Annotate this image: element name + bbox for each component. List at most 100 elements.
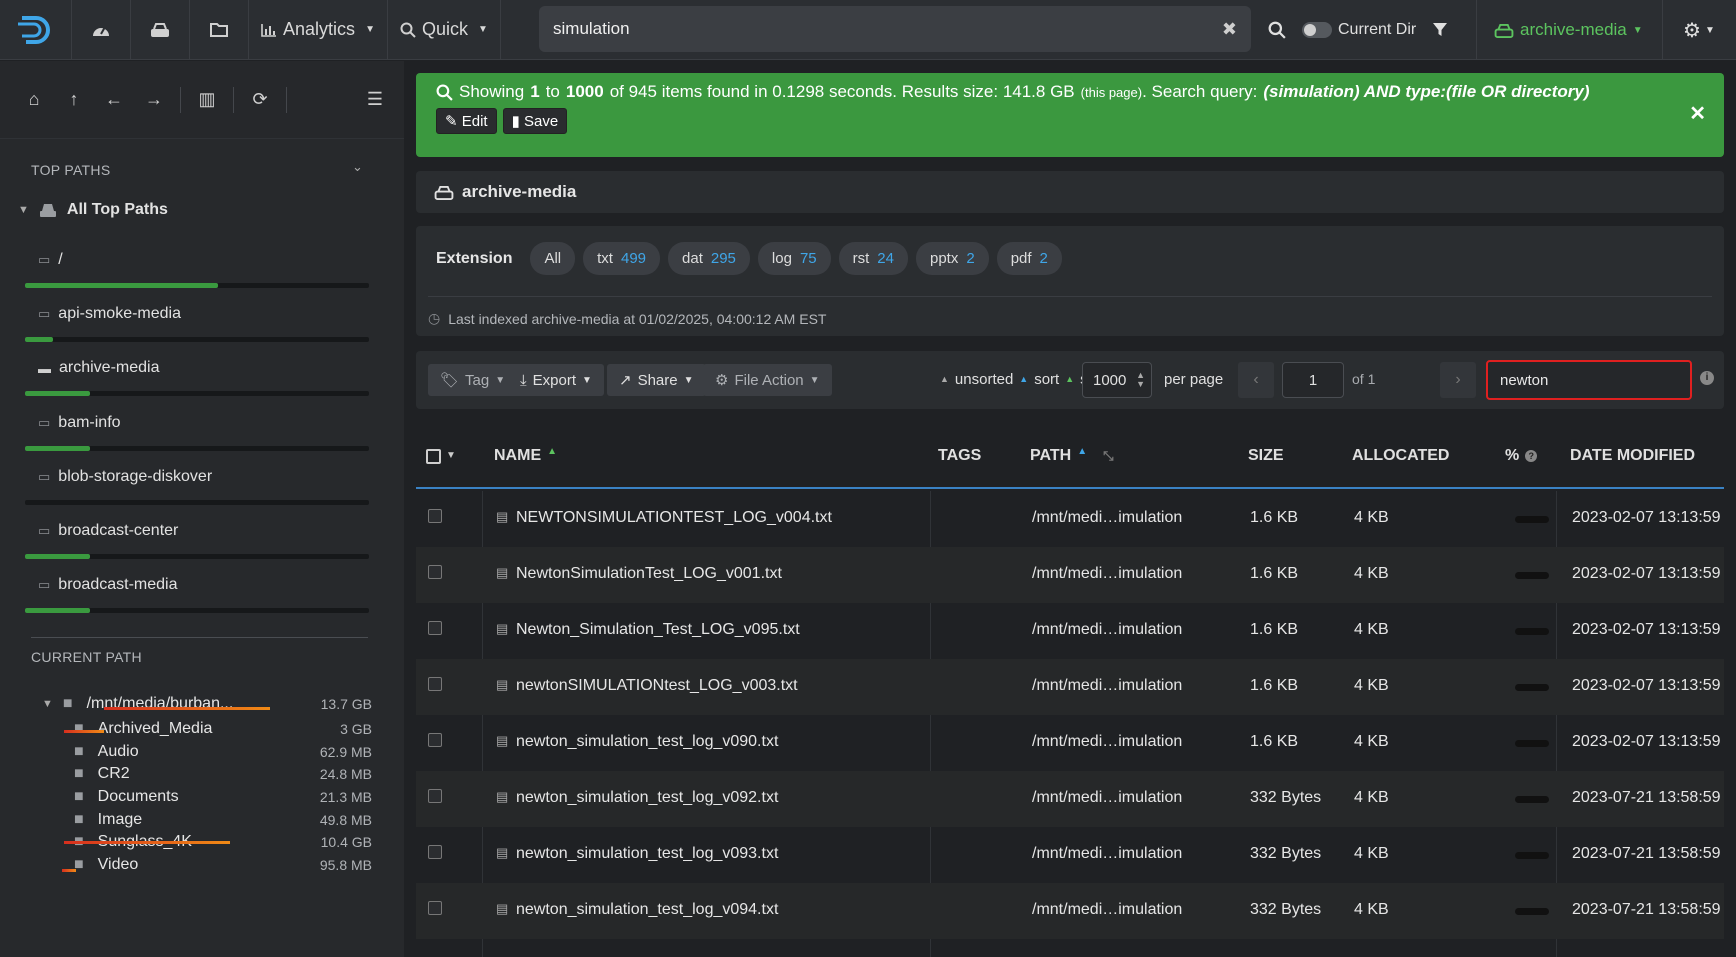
- table-row[interactable]: ▤ Newton_Simulation_Test_LOG_v095.txt /m…: [416, 603, 1724, 659]
- row-checkbox[interactable]: [428, 733, 442, 747]
- quick-menu[interactable]: Quick ▼: [388, 0, 501, 60]
- chevron-down-icon[interactable]: ⌄: [352, 159, 363, 175]
- table-row[interactable]: ▤ NEWTONSIMULATIONTEST_LOG_v004.txt /mnt…: [416, 491, 1724, 547]
- file-path[interactable]: /mnt/medi…imulation: [1032, 621, 1182, 639]
- extension-pill[interactable]: txt 499: [583, 242, 661, 275]
- column-header-percent[interactable]: %?: [1505, 447, 1538, 465]
- extension-pill[interactable]: pptx 2: [915, 242, 989, 275]
- extension-pill[interactable]: pdf 2: [996, 242, 1062, 275]
- all-top-paths[interactable]: ▼ All Top Paths: [18, 201, 168, 219]
- file-path[interactable]: /mnt/medi…imulation: [1032, 509, 1182, 527]
- export-button[interactable]: ⤓ Export ▼: [508, 364, 604, 396]
- refresh-icon[interactable]: ⟳: [240, 89, 280, 110]
- top-path-item[interactable]: ▭ broadcast-center: [25, 522, 369, 559]
- table-row[interactable]: ▤ newton_simulation_test_log_v090.txt /m…: [416, 715, 1724, 771]
- top-path-item[interactable]: ▭ bam-info: [25, 414, 369, 451]
- spinner-icon[interactable]: ▲ ▼: [1136, 371, 1145, 389]
- folder-item[interactable]: ■ Video 95.8 MB: [74, 856, 372, 874]
- file-path[interactable]: /mnt/medi…imulation: [1032, 901, 1182, 919]
- filter-results-input[interactable]: [1486, 360, 1692, 400]
- row-checkbox[interactable]: [428, 565, 442, 579]
- file-name-link[interactable]: NEWTONSIMULATIONTEST_LOG_v004.txt: [516, 509, 832, 527]
- edit-query-button[interactable]: ✎ Edit: [436, 108, 497, 134]
- file-name-link[interactable]: newton_simulation_test_log_v092.txt: [516, 789, 778, 807]
- info-icon[interactable]: i: [1700, 371, 1714, 385]
- top-path-item[interactable]: ▭ api-smoke-media: [25, 305, 369, 342]
- sort-link[interactable]: sort: [1034, 371, 1059, 388]
- file-name-link[interactable]: newton_simulation_test_log_v090.txt: [516, 733, 778, 751]
- column-header-name[interactable]: NAME ▲: [494, 446, 557, 465]
- table-row[interactable]: ▤ NewtonSimulationTest_LOG_v001.txt /mnt…: [416, 547, 1724, 603]
- row-checkbox[interactable]: [428, 845, 442, 859]
- arrow-up-icon[interactable]: ↑: [54, 89, 94, 110]
- filter-button[interactable]: [1432, 0, 1448, 60]
- column-header-tags[interactable]: TAGS: [938, 447, 981, 465]
- arrow-right-icon[interactable]: →: [134, 89, 174, 110]
- extension-pill[interactable]: rst 24: [838, 242, 908, 275]
- row-checkbox[interactable]: [428, 789, 442, 803]
- settings-menu[interactable]: ⚙ ▼: [1683, 0, 1715, 60]
- search-submit-button[interactable]: [1268, 0, 1286, 60]
- file-name-link[interactable]: newton_simulation_test_log_v093.txt: [516, 845, 778, 863]
- file-path[interactable]: /mnt/medi…imulation: [1032, 677, 1182, 695]
- chevron-down-icon[interactable]: ▼: [446, 450, 456, 461]
- folder-item[interactable]: ■ Audio 62.9 MB: [74, 743, 372, 761]
- folder-item[interactable]: ■ Archived_Media 3 GB: [74, 720, 372, 738]
- extension-pill[interactable]: dat 295: [668, 242, 750, 275]
- row-checkbox[interactable]: [428, 621, 442, 635]
- folder-item[interactable]: ■ Documents 21.3 MB: [74, 788, 372, 806]
- menu-icon[interactable]: ☰: [355, 89, 395, 110]
- file-name-link[interactable]: newton_simulation_test_log_v094.txt: [516, 901, 778, 919]
- per-page-input[interactable]: 1000 ▲ ▼: [1082, 362, 1152, 398]
- toggle-switch[interactable]: [1302, 22, 1332, 38]
- column-header-size[interactable]: SIZE: [1248, 447, 1284, 465]
- question-icon[interactable]: ?: [1525, 450, 1538, 462]
- share-button[interactable]: ↗ Share ▼: [607, 364, 706, 396]
- file-path[interactable]: /mnt/medi…imulation: [1032, 565, 1182, 583]
- extension-pill-all[interactable]: All: [530, 242, 576, 275]
- diskover-logo[interactable]: [0, 0, 72, 60]
- tag-button[interactable]: 🏷 Tag ▼: [428, 364, 518, 396]
- top-path-item[interactable]: ▭ broadcast-media: [25, 576, 369, 613]
- compress-icon[interactable]: ⤡: [1103, 448, 1113, 464]
- folder-item[interactable]: ■ CR2 24.8 MB: [74, 765, 372, 783]
- extension-pill[interactable]: log 75: [757, 242, 831, 275]
- top-path-item[interactable]: ▬ archive-media: [25, 359, 369, 396]
- select-all-checkbox[interactable]: [426, 449, 441, 464]
- file-path[interactable]: /mnt/medi…imulation: [1032, 733, 1182, 751]
- clear-search-icon[interactable]: ✖: [1222, 19, 1237, 40]
- file-path[interactable]: /mnt/medi…imulation: [1032, 789, 1182, 807]
- search-input[interactable]: simulation ✖: [539, 6, 1251, 52]
- dashboard-button[interactable]: [72, 0, 131, 60]
- arrow-left-icon[interactable]: ←: [94, 89, 134, 110]
- column-header-date-modified[interactable]: DATE MODIFIED: [1570, 447, 1695, 465]
- current-dir-toggle[interactable]: Current Dir: [1302, 0, 1416, 60]
- top-path-item[interactable]: ▭ /: [25, 251, 369, 288]
- column-header-path[interactable]: PATH ▲ ⤡: [1030, 446, 1114, 465]
- file-name-link[interactable]: newtonSIMULATIONtest_LOG_v003.txt: [516, 677, 798, 695]
- home-icon[interactable]: ⌂: [14, 89, 54, 110]
- bar-chart-icon[interactable]: ▥: [187, 89, 227, 110]
- storage-button[interactable]: [131, 0, 190, 60]
- file-name-link[interactable]: NewtonSimulationTest_LOG_v001.txt: [516, 565, 782, 583]
- next-page-button[interactable]: ›: [1440, 362, 1476, 398]
- column-header-allocated[interactable]: ALLOCATED: [1352, 447, 1449, 465]
- file-action-button[interactable]: ⚙ File Action ▼: [703, 364, 832, 396]
- top-path-item[interactable]: ▭ blob-storage-diskover: [25, 468, 369, 505]
- table-row[interactable]: ▤ newton_simulation_test_log_v093.txt /m…: [416, 827, 1724, 883]
- table-row[interactable]: ▤ newton_simulation_test_log_v092.txt /m…: [416, 771, 1724, 827]
- index-selector[interactable]: archive-media ▼: [1494, 0, 1643, 60]
- row-checkbox[interactable]: [428, 677, 442, 691]
- unsorted-link[interactable]: unsorted: [955, 371, 1013, 388]
- table-row[interactable]: ▤ newton_simulation_test_log_v094.txt /m…: [416, 883, 1724, 939]
- prev-page-button[interactable]: ‹: [1238, 362, 1274, 398]
- page-number-input[interactable]: 1: [1282, 362, 1344, 398]
- row-checkbox[interactable]: [428, 901, 442, 915]
- close-icon[interactable]: ✕: [1689, 101, 1706, 126]
- row-checkbox[interactable]: [428, 509, 442, 523]
- save-query-button[interactable]: ▮ Save: [502, 108, 568, 134]
- current-path-root[interactable]: ▼ ■ /mnt/media/burban... 13.7 GB: [42, 695, 372, 713]
- file-name-link[interactable]: Newton_Simulation_Test_LOG_v095.txt: [516, 621, 800, 639]
- file-path[interactable]: /mnt/medi…imulation: [1032, 845, 1182, 863]
- analytics-menu[interactable]: Analytics ▼: [249, 0, 388, 60]
